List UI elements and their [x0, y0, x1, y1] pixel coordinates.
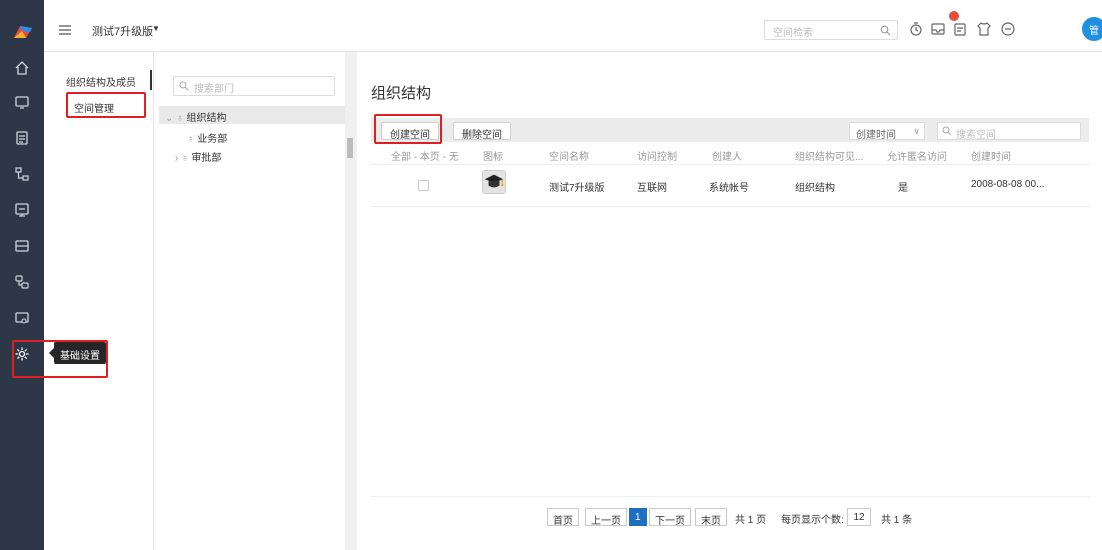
- space-selector[interactable]: 测试7升级版: [92, 23, 153, 39]
- column-header-access: 访问控制: [637, 152, 677, 163]
- inbox-icon[interactable]: [930, 21, 946, 37]
- search-icon: [179, 81, 189, 91]
- cell-org-visible: 组织结构: [795, 183, 835, 194]
- panel-gutter: [345, 52, 357, 550]
- per-page-input[interactable]: 12: [847, 508, 871, 526]
- total-items: 共 1 条: [881, 515, 913, 526]
- divider: [371, 496, 1089, 497]
- column-header-org-visible: 组织结构可见...: [795, 152, 864, 163]
- search-icon: [942, 126, 952, 136]
- page-title: 组织结构: [371, 85, 432, 102]
- link-icon[interactable]: [14, 274, 30, 290]
- tree-node-prefix: ♁: [187, 134, 195, 145]
- space-logo: [482, 170, 506, 194]
- top-bar: 测试7升级版 ▼ 空间检索 管: [44, 8, 1102, 52]
- create-space-button[interactable]: 创建空间: [381, 122, 439, 141]
- divider: [371, 206, 1089, 207]
- active-indicator: [150, 70, 152, 90]
- cell-anonymous: 是: [898, 183, 908, 194]
- notes-icon[interactable]: [952, 21, 968, 37]
- tree-node-approval[interactable]: › ♁ 审批部: [175, 149, 221, 164]
- tree-node-prefix: › ♁: [175, 153, 189, 164]
- home-icon[interactable]: [14, 60, 30, 76]
- app-logo[interactable]: [12, 24, 34, 40]
- space-search-field-placeholder: 搜索空间: [956, 130, 996, 141]
- tree-node-org[interactable]: ⌄ ♁ 组织结构: [165, 109, 226, 124]
- delete-space-button[interactable]: 删除空间: [453, 122, 511, 141]
- department-search-placeholder: 搜索部门: [194, 84, 234, 95]
- main-content: 组织结构 创建空间 删除空间 创建时间 ∨ 搜索空间 全部 - 本页 - 无 图…: [357, 52, 1102, 550]
- department-search-input[interactable]: 搜索部门: [173, 76, 335, 96]
- cell-space-name[interactable]: 测试7升级版: [549, 179, 605, 194]
- document-list-icon[interactable]: [14, 130, 30, 146]
- subnav-item-space-management[interactable]: 空间管理: [74, 100, 114, 115]
- column-header-icon: 图标: [483, 152, 503, 163]
- tooltip: 基础设置: [49, 342, 106, 364]
- last-page-button[interactable]: 末页: [695, 508, 727, 527]
- first-page-button[interactable]: 首页: [547, 508, 579, 527]
- menu-icon[interactable]: [58, 23, 72, 37]
- tree-node-label: 业务部: [197, 134, 228, 145]
- cell-created: 2008-08-08 00...: [971, 179, 1045, 190]
- column-header-anonymous: 允许匿名访问: [887, 152, 947, 163]
- per-page-label: 每页显示个数:: [781, 515, 844, 526]
- total-pages: 共 1 页: [735, 515, 767, 526]
- resize-handle[interactable]: [347, 138, 353, 158]
- sub-navigation: 组织结构及成员 空间管理: [44, 52, 154, 550]
- row-checkbox[interactable]: [418, 180, 429, 191]
- sort-select-value: 创建时间: [856, 130, 896, 141]
- card-icon[interactable]: [14, 238, 30, 254]
- space-search-placeholder: 空间检索: [773, 28, 813, 39]
- column-header-created[interactable]: 创建时间: [971, 148, 1011, 163]
- department-panel: 搜索部门 ⌄ ♁ 组织结构 ♁ 业务部 › ♁ 审批部: [155, 52, 345, 550]
- chevron-down-icon[interactable]: ▼: [152, 24, 160, 33]
- tree-node-business[interactable]: ♁ 业务部: [187, 130, 227, 145]
- column-header-space-name: 空间名称: [549, 152, 589, 163]
- shirt-icon[interactable]: [976, 21, 992, 37]
- space-search-input[interactable]: 空间检索: [764, 20, 898, 40]
- space-search-field[interactable]: 搜索空间: [937, 122, 1081, 141]
- prev-page-button[interactable]: 上一页: [585, 508, 627, 527]
- gear-icon[interactable]: [14, 346, 30, 362]
- avatar[interactable]: 管: [1082, 17, 1102, 41]
- next-page-button[interactable]: 下一页: [649, 508, 691, 527]
- table-toolbar: 创建空间 删除空间 创建时间 ∨ 搜索空间: [371, 118, 1089, 142]
- column-header-creator: 创建人: [712, 152, 742, 163]
- more-icon[interactable]: [1000, 21, 1016, 37]
- sort-select[interactable]: 创建时间 ∨: [849, 122, 925, 141]
- org-icon[interactable]: [14, 166, 30, 182]
- monitor-icon[interactable]: [14, 94, 30, 110]
- subnav-item-org-members[interactable]: 组织结构及成员: [66, 74, 136, 89]
- display-icon[interactable]: [14, 310, 30, 326]
- tree-node-label: 组织结构: [186, 113, 227, 124]
- tree-node-label: 审批部: [191, 153, 222, 164]
- divider: [371, 164, 1089, 165]
- search-icon[interactable]: [880, 25, 891, 36]
- page-1-button[interactable]: 1: [629, 508, 647, 526]
- timer-icon[interactable]: [908, 21, 924, 37]
- chevron-down-icon: ∨: [913, 126, 920, 136]
- tree-node-prefix: ⌄ ♁: [165, 113, 184, 124]
- screen-icon[interactable]: [14, 202, 30, 218]
- cell-access: 互联网: [637, 183, 667, 194]
- cell-creator: 系统帐号: [709, 183, 749, 194]
- notification-badge: [949, 11, 959, 21]
- column-header-select[interactable]: 全部 - 本页 - 无: [391, 148, 459, 163]
- app-rail: [0, 0, 44, 550]
